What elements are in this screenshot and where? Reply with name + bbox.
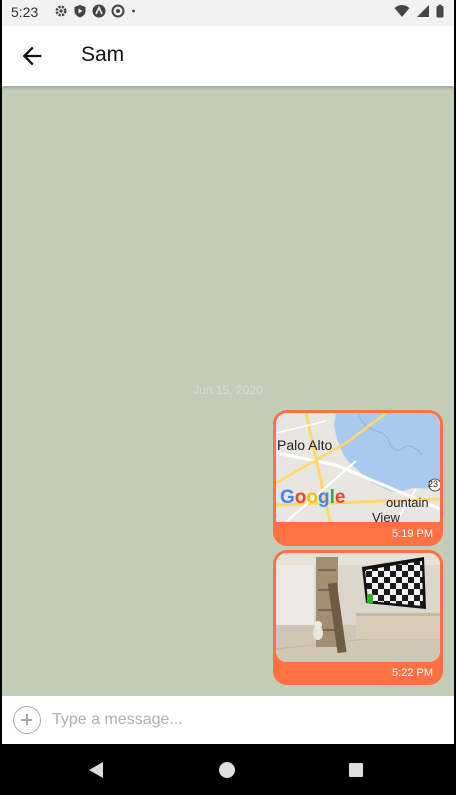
- autoplay-icon: [92, 4, 106, 18]
- recents-square-icon[interactable]: [346, 760, 366, 780]
- message-time: 5:19 PM: [392, 528, 433, 540]
- sync-icon: [111, 4, 125, 18]
- location-message-bubble[interactable]: Google Palo Alto ountain View 23 5:19 PM: [273, 410, 443, 546]
- google-logo: Google: [280, 487, 345, 508]
- map-label-palo-alto: Palo Alto: [277, 437, 333, 453]
- arrow-back-icon[interactable]: [18, 42, 46, 70]
- app-bar: Sam: [2, 26, 454, 86]
- date-separator: Jun 15, 2020: [193, 383, 263, 397]
- signal-icon: [417, 5, 429, 17]
- system-nav-bar: [2, 744, 454, 795]
- photo-preview-image[interactable]: [276, 553, 440, 662]
- status-icons-left: [54, 4, 140, 18]
- message-input-bar: [2, 696, 454, 744]
- chat-area[interactable]: Jun 15, 2020 Google Palo Alto ountain Vi…: [2, 86, 454, 696]
- battery-icon: [436, 4, 444, 18]
- status-bar: 5:23: [2, 0, 454, 26]
- map-label-mountain: ountain: [386, 495, 429, 510]
- add-circle-icon[interactable]: [13, 706, 41, 734]
- status-icons-right: [394, 4, 444, 18]
- map-label-route-23: 23: [428, 479, 439, 489]
- chat-title: Sam: [81, 43, 125, 66]
- shield-play-icon: [74, 5, 86, 18]
- settings-icon: [55, 5, 67, 17]
- home-circle-icon[interactable]: [217, 760, 237, 780]
- message-input[interactable]: [52, 708, 432, 732]
- image-message-bubble[interactable]: 5:22 PM: [273, 550, 443, 685]
- wifi-icon: [394, 5, 410, 17]
- back-triangle-icon[interactable]: [86, 760, 106, 780]
- dot-icon: [132, 9, 135, 13]
- map-preview-image[interactable]: Google Palo Alto ountain View 23: [276, 413, 440, 522]
- screen: 5:23 Sam Jun 15, 2020 Google Palo Alto o…: [2, 0, 454, 795]
- status-time: 5:23: [11, 4, 39, 20]
- message-time: 5:22 PM: [392, 667, 433, 679]
- map-label-view: View: [372, 510, 400, 522]
